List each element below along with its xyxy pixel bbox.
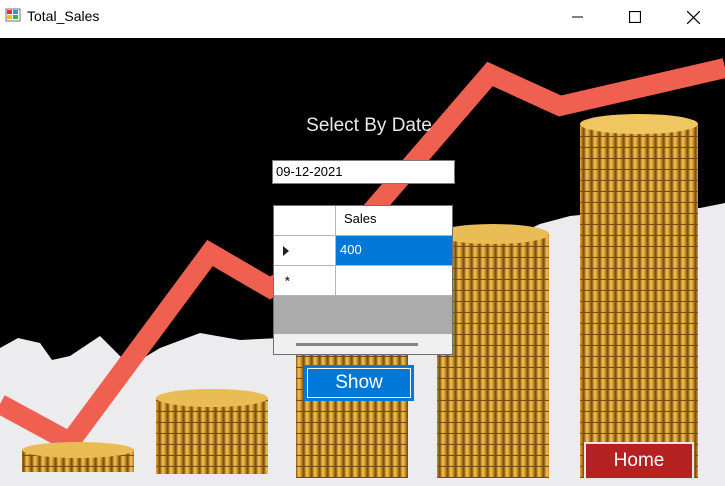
horizontal-scrollbar[interactable] [274,334,452,354]
date-picker[interactable]: 09-12-2021 [272,160,455,184]
maximize-button[interactable] [612,0,658,34]
grid-header-row: Sales [274,206,452,236]
row-header[interactable] [274,236,336,266]
current-row-arrow-icon [283,246,289,256]
form-client-area: Select By Date 09-12-2021 Sales 400 * Sh… [0,38,725,486]
close-button[interactable] [670,0,716,34]
new-row-sales-cell[interactable] [336,266,452,296]
sales-cell[interactable]: 400 [336,236,452,266]
close-icon [686,10,700,24]
table-row[interactable]: 400 [274,236,452,266]
window-title: Total_Sales [27,8,100,24]
new-row-header[interactable]: * [274,266,336,296]
sales-data-grid[interactable]: Sales 400 * [273,205,453,355]
grid-corner-header[interactable] [274,206,336,236]
home-button[interactable]: Home [584,442,694,480]
minimize-button[interactable] [555,0,601,34]
app-icon [5,8,21,22]
minimize-icon [572,16,583,18]
maximize-icon [629,11,641,23]
select-by-date-label: Select By Date [306,115,432,136]
new-row-marker: * [285,274,290,288]
column-header-sales[interactable]: Sales [336,206,452,236]
scrollbar-thumb[interactable] [296,343,418,346]
show-button[interactable]: Show [304,365,414,401]
new-row[interactable]: * [274,266,452,296]
title-bar: Total_Sales [0,0,725,34]
